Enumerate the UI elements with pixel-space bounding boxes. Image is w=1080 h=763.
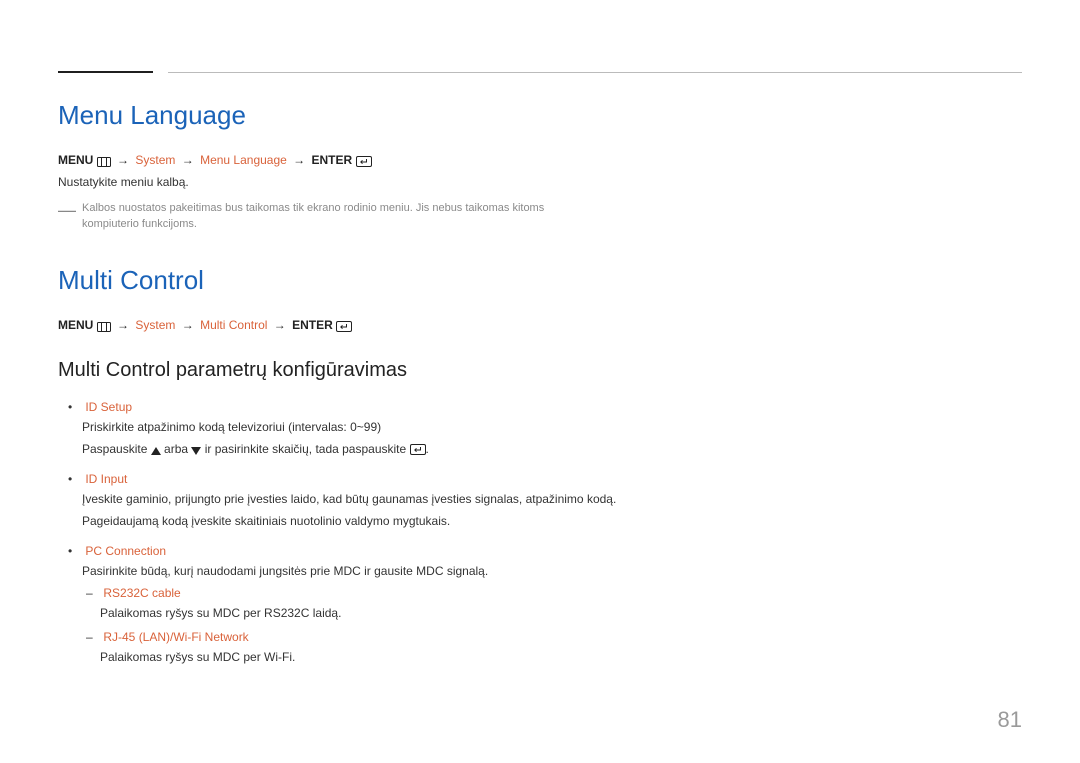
sub-rs232c: RS232C cable Palaikomas ryšys su MDC per… (100, 586, 858, 622)
param-line: Paspauskite arba ir pasirinkite skaičių,… (82, 440, 642, 458)
param-title: ID Input (85, 472, 127, 486)
param-pc-connection: PC Connection Pasirinkite būdą, kurį nau… (82, 544, 858, 666)
breadcrumb-system: System (135, 318, 175, 332)
arrow-icon: → (293, 153, 305, 167)
breadcrumb-enter-label: ENTER (312, 153, 353, 167)
menu-icon (97, 154, 111, 168)
text-fragment: . (426, 442, 429, 456)
param-line: Pasirinkite būdą, kurį naudodami jungsit… (82, 562, 642, 580)
enter-icon (336, 319, 352, 333)
up-triangle-icon (151, 442, 161, 456)
arrow-icon: → (117, 153, 129, 167)
param-line: Palaikomas ryšys su MDC per Wi-Fi. (100, 648, 660, 666)
breadcrumb-item: Menu Language (200, 153, 287, 167)
breadcrumb-menu-label: MENU (58, 153, 93, 167)
note: ― Kalbos nuostatos pakeitimas bus taikom… (58, 201, 858, 233)
param-line: Įveskite gaminio, prijungto prie įvestie… (82, 490, 642, 508)
page-number: 81 (998, 707, 1022, 733)
breadcrumb-item: Multi Control (200, 318, 267, 332)
text-fragment: Paspauskite (82, 442, 151, 456)
arrow-icon: → (274, 318, 286, 332)
param-id-input: ID Input Įveskite gaminio, prijungto pri… (82, 472, 858, 530)
arrow-icon: → (182, 318, 194, 332)
breadcrumb-enter-label: ENTER (292, 318, 333, 332)
breadcrumb-multi-control: MENU → System → Multi Control → ENTER (58, 318, 858, 333)
subheading-config: Multi Control parametrų konfigūravimas (58, 359, 858, 382)
heading-menu-language: Menu Language (58, 100, 858, 131)
param-list: ID Setup Priskirkite atpažinimo kodą tel… (58, 400, 858, 666)
param-title: ID Setup (85, 400, 132, 414)
enter-icon (410, 442, 426, 456)
param-title: PC Connection (85, 544, 166, 558)
param-line: Palaikomas ryšys su MDC per RS232C laidą… (100, 604, 660, 622)
heading-multi-control: Multi Control (58, 265, 858, 296)
note-text: Kalbos nuostatos pakeitimas bus taikomas… (82, 201, 602, 233)
param-line: Priskirkite atpažinimo kodą televizoriui… (82, 418, 642, 436)
sub-rj45: RJ-45 (LAN)/Wi-Fi Network Palaikomas ryš… (100, 630, 858, 666)
arrow-icon: → (182, 153, 194, 167)
arrow-icon: → (117, 318, 129, 332)
text-fragment: arba (161, 442, 192, 456)
body-text: Nustatykite meniu kalbą. (58, 174, 858, 191)
breadcrumb-system: System (135, 153, 175, 167)
note-dash-icon: ― (58, 201, 76, 219)
sub-list: RS232C cable Palaikomas ryšys su MDC per… (82, 586, 858, 666)
param-id-setup: ID Setup Priskirkite atpažinimo kodą tel… (82, 400, 858, 458)
sub-title: RJ-45 (LAN)/Wi-Fi Network (103, 630, 248, 644)
sub-title: RS232C cable (103, 586, 180, 600)
breadcrumb-menu-language: MENU → System → Menu Language → ENTER (58, 153, 858, 168)
enter-icon (356, 154, 372, 168)
page-content: Menu Language MENU → System → Menu Langu… (58, 60, 858, 666)
text-fragment: ir pasirinkite skaičių, tada paspauskite (201, 442, 409, 456)
breadcrumb-menu-label: MENU (58, 318, 93, 332)
menu-icon (97, 319, 111, 333)
param-line: Pageidaujamą kodą įveskite skaitiniais n… (82, 512, 642, 530)
down-triangle-icon (191, 442, 201, 456)
